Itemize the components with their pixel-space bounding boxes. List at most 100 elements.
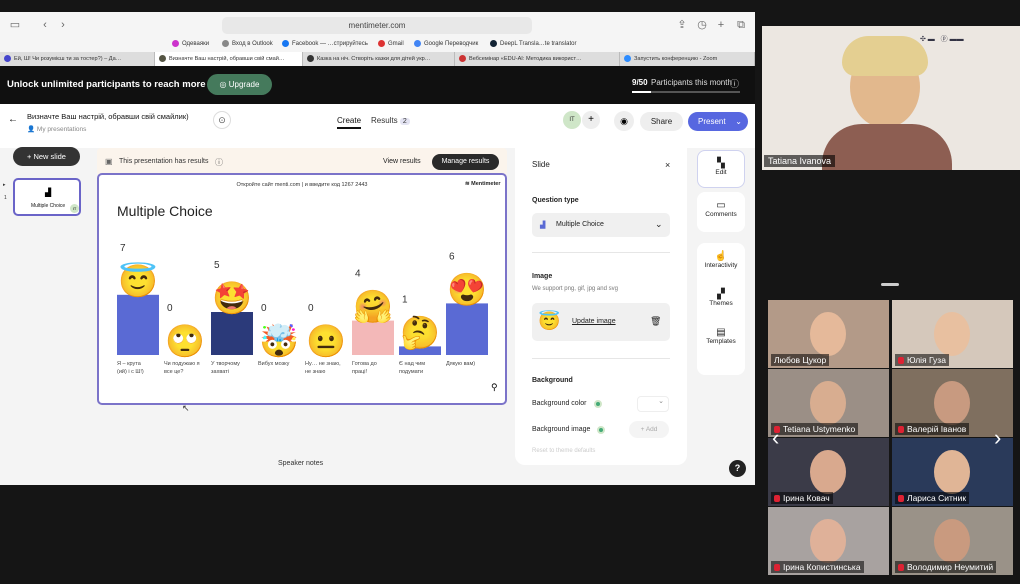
chart-bar xyxy=(446,303,488,355)
present-button[interactable]: Present ⌄ xyxy=(688,112,748,131)
muted-mic-icon xyxy=(898,426,904,434)
emoji-option: 🤩 xyxy=(212,280,252,316)
emoji-option: 🤯 xyxy=(259,323,299,359)
divider xyxy=(532,358,670,359)
drag-handle[interactable] xyxy=(881,283,899,286)
bookmark-item[interactable]: Facebook — …стрируйтесь xyxy=(282,40,368,47)
bg-color-picker[interactable]: ⌄ xyxy=(637,396,669,412)
emoji-option: 🙄 xyxy=(165,323,205,359)
gallery-prev-icon[interactable]: ‹ xyxy=(772,425,779,451)
bookmark-item[interactable]: Gmail xyxy=(378,40,404,47)
bg-image-info-icon xyxy=(597,426,605,434)
close-icon[interactable]: × xyxy=(665,160,670,170)
reset-theme-link[interactable]: Reset to theme defaults xyxy=(532,448,595,454)
back-arrow-icon[interactable]: ← xyxy=(8,114,18,125)
new-tab-icon[interactable]: + xyxy=(714,18,728,32)
edit-tool[interactable]: ▚ Edit xyxy=(697,150,745,188)
emoji-thumbnail: 😇 xyxy=(538,311,561,331)
back-icon[interactable]: ‹ xyxy=(38,18,52,32)
info-icon[interactable]: ⓘ xyxy=(730,77,739,90)
tab-create[interactable]: Create xyxy=(337,116,362,129)
participants-progress xyxy=(632,91,740,93)
participant-tile[interactable]: Tetiana Ustymenko xyxy=(768,369,889,437)
interactivity-tool[interactable]: ☝ Interactivity xyxy=(697,251,745,269)
bg-image-label: Background image xyxy=(532,426,591,433)
view-results-button[interactable]: View results xyxy=(383,158,421,165)
data-label: 1 xyxy=(402,294,408,305)
thumb-label: Multiple Choice xyxy=(31,203,66,209)
preview-eye-icon[interactable]: ◉ xyxy=(614,111,634,131)
image-label: Image xyxy=(532,273,553,280)
bookmark-item[interactable]: Вход в Outlook xyxy=(222,40,273,47)
share-icon[interactable]: ⇪ xyxy=(675,18,689,32)
browser-tab-active[interactable]: Визначте Ваш настрій, обравши свій смай… xyxy=(155,52,303,66)
data-label: 6 xyxy=(449,251,455,262)
emoji-option: 🤔 xyxy=(400,314,440,350)
question-type-select[interactable]: ▟ Multiple Choice ⌄ xyxy=(532,213,670,237)
trash-icon[interactable]: 🗑 xyxy=(650,316,661,327)
templates-tool[interactable]: ▤ Templates xyxy=(697,327,745,345)
participant-tile[interactable]: Володимир Неумитий xyxy=(892,507,1013,575)
help-button[interactable]: ? xyxy=(729,460,746,477)
address-bar[interactable]: mentimeter.com xyxy=(222,17,532,34)
browser-tab[interactable]: Запустить конференцию - Zoom xyxy=(620,52,755,66)
category-label: Готова до xyxy=(352,361,377,367)
history-icon[interactable]: ◷ xyxy=(695,18,709,32)
add-collaborator-icon[interactable]: + xyxy=(582,111,600,129)
upgrade-button[interactable]: ◎ Upgrade xyxy=(207,74,272,95)
muted-mic-icon xyxy=(774,564,780,572)
bookmark-item[interactable]: DeepL Transla…te translator xyxy=(490,40,576,47)
slide-thumbnail[interactable]: ▟ Multiple Choice IT xyxy=(13,178,81,216)
data-label: 5 xyxy=(214,260,220,271)
participant-name: Валерій Іванов xyxy=(895,423,970,435)
themes-icon: ▞ xyxy=(717,289,725,300)
browser-tab[interactable]: Ей, Ш! Чи розумієш ти за тостер?) – Да… xyxy=(0,52,155,66)
share-button[interactable]: Share xyxy=(640,112,683,131)
settings-icon[interactable]: ⊙ xyxy=(213,111,231,129)
category-label: Я – крута xyxy=(117,361,142,367)
forward-icon[interactable]: › xyxy=(56,18,70,32)
slide-canvas[interactable]: Откройте сайт menti.com | и введите код … xyxy=(97,173,507,405)
breadcrumb[interactable]: 👤 My presentations xyxy=(27,125,86,133)
manage-results-button[interactable]: Manage results xyxy=(432,154,499,170)
comments-tool[interactable]: ▭ Comments xyxy=(697,192,745,232)
add-bg-image-button[interactable]: + Add xyxy=(629,421,669,438)
speaker-body xyxy=(822,124,952,170)
new-slide-button[interactable]: + New slide xyxy=(13,147,80,166)
participant-face xyxy=(934,450,970,494)
participant-tile[interactable]: Юлія Гуза xyxy=(892,300,1013,368)
tab-results[interactable]: Results 2 xyxy=(371,116,410,125)
browser-tab[interactable]: Казка на ніч. Створіть казки для дітей у… xyxy=(303,52,455,66)
emoji-option: 😐 xyxy=(306,323,346,359)
speaker-video[interactable]: ✣ ▬ ⓟ ▬▬ Tatiana Ivanova xyxy=(762,26,1020,170)
gallery-next-icon[interactable]: › xyxy=(994,425,1001,451)
interactivity-icon: ☝ xyxy=(714,251,728,262)
browser-tab[interactable]: Вебсемінар «EDU-AI: Методика використ… xyxy=(455,52,620,66)
chevron-down-icon[interactable]: ⌄ xyxy=(735,112,742,131)
participant-tile[interactable]: Ірина Копистинська xyxy=(768,507,889,575)
browser-toolbar: ▭ ‹ › mentimeter.com ⇪ ◷ + ⧉ xyxy=(0,12,755,38)
bookmark-item[interactable]: Одеваяки xyxy=(172,40,209,47)
logo-mark: ✣ ▬ ⓟ ▬▬ xyxy=(920,36,964,43)
themes-tool[interactable]: ▞ Themes xyxy=(697,289,745,307)
sidebar-toggle-icon[interactable]: ▭ xyxy=(8,18,22,32)
participants-label: Participants this month xyxy=(651,78,732,87)
help-circle-icon[interactable]: ⓘ xyxy=(215,157,223,168)
update-image-link[interactable]: Update image xyxy=(572,318,616,325)
tabs-overview-icon[interactable]: ⧉ xyxy=(734,18,748,32)
category-label: Ну… не знаю, xyxy=(305,361,341,367)
participant-tile[interactable]: Ірина Ковач xyxy=(768,438,889,506)
category-label: все це? xyxy=(164,369,183,375)
muted-mic-icon xyxy=(898,495,904,503)
presentation-title[interactable]: Визначте Ваш настрій, обравши свій смайл… xyxy=(27,112,189,121)
slide-settings-panel: Slide × Question type ▟ Multiple Choice … xyxy=(515,135,687,465)
speaker-name: Tatiana Ivanova xyxy=(764,155,836,167)
chevron-down-icon: ⌄ xyxy=(655,219,663,229)
speaker-notes[interactable]: Speaker notes xyxy=(278,460,323,467)
bookmark-item[interactable]: Google Переводчик xyxy=(414,40,478,47)
chart-bar xyxy=(352,320,394,355)
avatar[interactable]: IT xyxy=(563,111,581,129)
upgrade-banner: Unlock unlimited participants to reach m… xyxy=(0,66,755,104)
participant-tile[interactable]: Любов Цукор xyxy=(768,300,889,368)
category-label: Є над чим xyxy=(399,361,425,367)
